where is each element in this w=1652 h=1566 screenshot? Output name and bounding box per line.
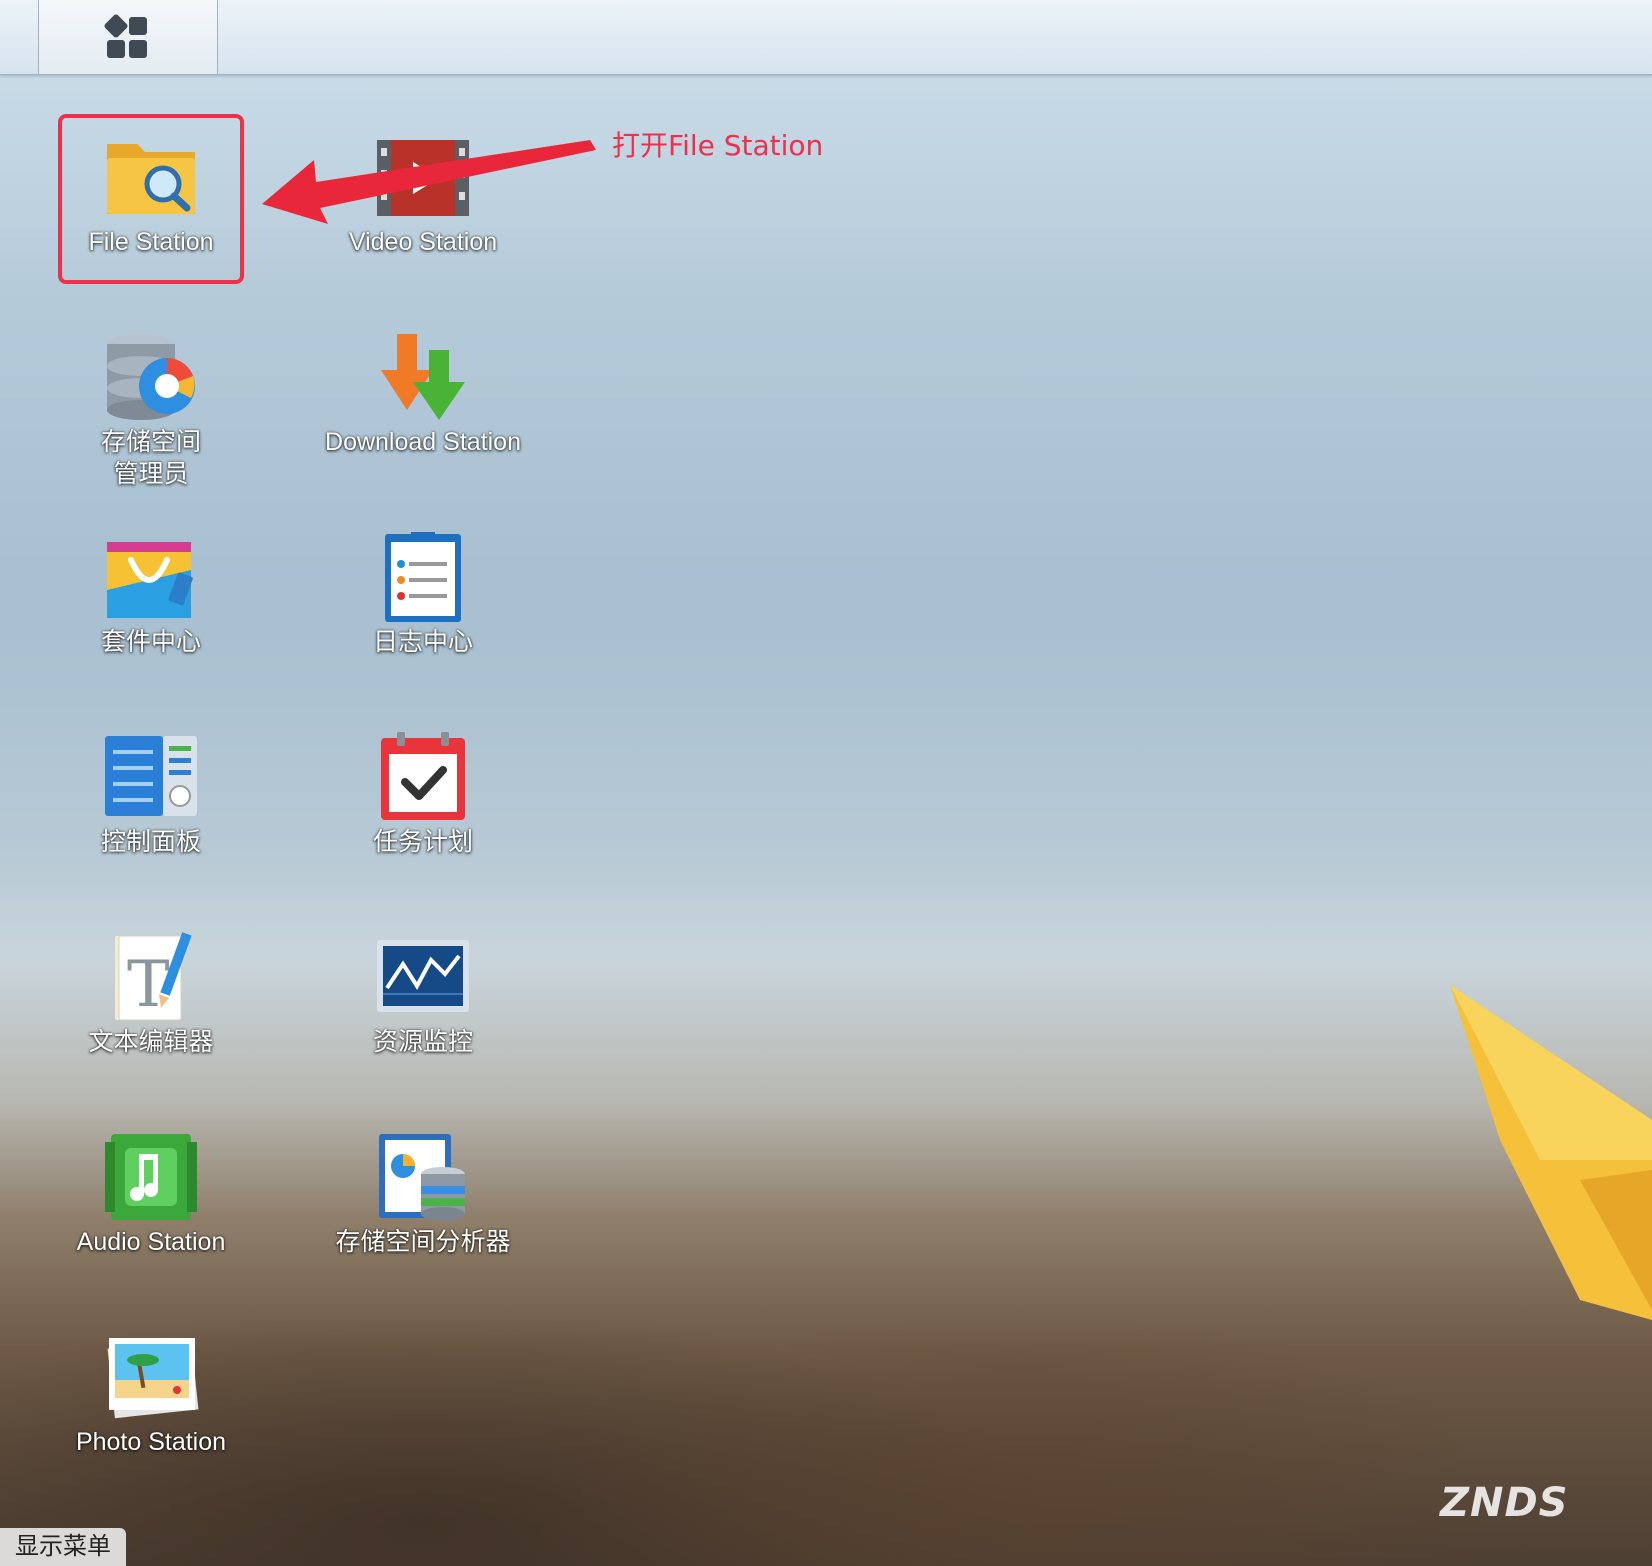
app-label: 存储空间分析器 [335,1228,511,1256]
audio-station-icon [105,1134,197,1220]
app-control-panel[interactable]: 控制面板 [26,730,276,858]
app-label: 日志中心 [372,628,473,656]
app-storage-analyzer[interactable]: 存储空间分析器 [298,1130,548,1258]
package-center-icon [107,542,193,618]
app-label: Video Station [348,228,498,256]
show-menu-button[interactable]: 显示菜单 [0,1528,126,1566]
text-editor-icon: T [115,932,192,1022]
app-task-scheduler[interactable]: 任务计划 [298,730,548,858]
app-label: 文本编辑器 [88,1028,214,1056]
main-menu-icon-part [129,40,147,58]
app-label: 资源监控 [372,1028,473,1056]
app-text-editor[interactable]: T 文本编辑器 [26,930,276,1058]
paper-boat-decoration [1450,985,1652,1320]
resource-monitor-icon [377,940,469,1012]
taskbar [0,0,1652,75]
annotation-highlight-box [58,114,244,284]
task-scheduler-icon [381,732,465,820]
log-center-icon [385,532,461,622]
app-label: Photo Station [75,1428,227,1456]
app-download-station[interactable]: Download Station [298,330,548,458]
app-package-center[interactable]: 套件中心 [26,530,276,658]
main-menu-icon-part [129,17,147,35]
app-label: Download Station [325,428,521,456]
app-label: 控制面板 [100,828,201,856]
control-panel-icon [105,736,197,816]
app-label: 套件中心 [100,628,201,656]
app-log-center[interactable]: 日志中心 [298,530,548,658]
download-station-icon [381,334,465,420]
annotation-text: 打开File Station [612,129,824,162]
app-label: 存储空间 管理员 [100,428,201,488]
app-resource-monitor[interactable]: 资源监控 [298,930,548,1058]
photo-station-icon [107,1338,199,1419]
storage-manager-icon [107,334,195,420]
storage-analyzer-icon [379,1134,465,1221]
watermark-logo: ZNDS [1440,1480,1569,1526]
main-menu-icon [103,13,129,39]
main-menu-button[interactable] [38,0,218,74]
app-label: 任务计划 [372,828,473,856]
app-label: Audio Station [76,1228,226,1256]
app-photo-station[interactable]: Photo Station [26,1330,276,1458]
app-storage-manager[interactable]: 存储空间 管理员 [26,330,276,490]
main-menu-icon-part [107,40,125,58]
app-audio-station[interactable]: Audio Station [26,1130,276,1258]
annotation-arrow-icon [262,140,596,224]
